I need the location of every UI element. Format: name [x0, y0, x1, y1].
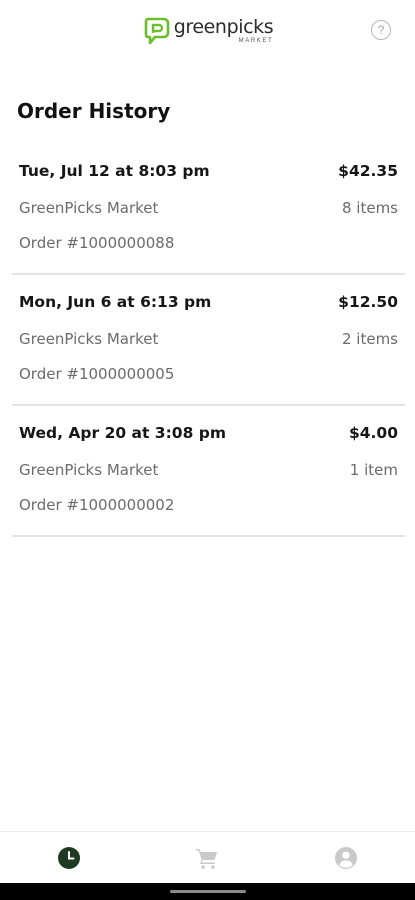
order-number: Order #1000000005	[19, 365, 175, 383]
question-mark-icon: ?	[377, 23, 385, 37]
nav-cart[interactable]	[172, 832, 242, 884]
order-card[interactable]: Mon, Jun 6 at 6:13 pm $12.50 GreenPicks …	[12, 275, 405, 406]
page-title: Order History	[17, 99, 171, 123]
greenpicks-logo-icon	[144, 17, 170, 45]
order-number: Order #1000000088	[19, 234, 175, 252]
order-datetime: Wed, Apr 20 at 3:08 pm	[19, 424, 226, 442]
cart-icon	[196, 848, 218, 869]
logo-subtitle: MARKET	[238, 38, 274, 44]
bottom-navigation	[0, 831, 415, 883]
order-list: Tue, Jul 12 at 8:03 pm $42.35 GreenPicks…	[12, 144, 405, 537]
help-button[interactable]: ?	[371, 20, 391, 40]
order-history-screen: greenpicks MARKET ? Order History Tue, J…	[0, 0, 415, 900]
order-datetime: Tue, Jul 12 at 8:03 pm	[19, 162, 210, 180]
order-item-count: 2 items	[341, 330, 398, 348]
order-item-count: 8 items	[341, 199, 398, 217]
order-card[interactable]: Tue, Jul 12 at 8:03 pm $42.35 GreenPicks…	[12, 144, 405, 275]
order-number: Order #1000000002	[19, 496, 175, 514]
logo-wordmark: greenpicks	[173, 16, 274, 38]
system-navigation-bar	[0, 883, 415, 900]
order-card[interactable]: Wed, Apr 20 at 3:08 pm $4.00 GreenPicks …	[12, 406, 405, 537]
order-store: GreenPicks Market	[19, 330, 159, 348]
profile-icon	[334, 846, 357, 869]
greenpicks-logo: greenpicks MARKET	[144, 17, 274, 45]
order-total: $12.50	[338, 293, 398, 311]
home-indicator[interactable]	[170, 890, 246, 893]
order-total: $42.35	[338, 162, 398, 180]
clock-icon	[58, 846, 81, 869]
nav-profile[interactable]	[311, 832, 381, 884]
nav-order-history[interactable]	[34, 832, 104, 884]
order-item-count: 1 item	[349, 461, 398, 479]
order-store: GreenPicks Market	[19, 461, 159, 479]
app-header: greenpicks MARKET ?	[0, 0, 415, 62]
order-datetime: Mon, Jun 6 at 6:13 pm	[19, 293, 212, 311]
order-store: GreenPicks Market	[19, 199, 159, 217]
order-total: $4.00	[348, 424, 398, 442]
